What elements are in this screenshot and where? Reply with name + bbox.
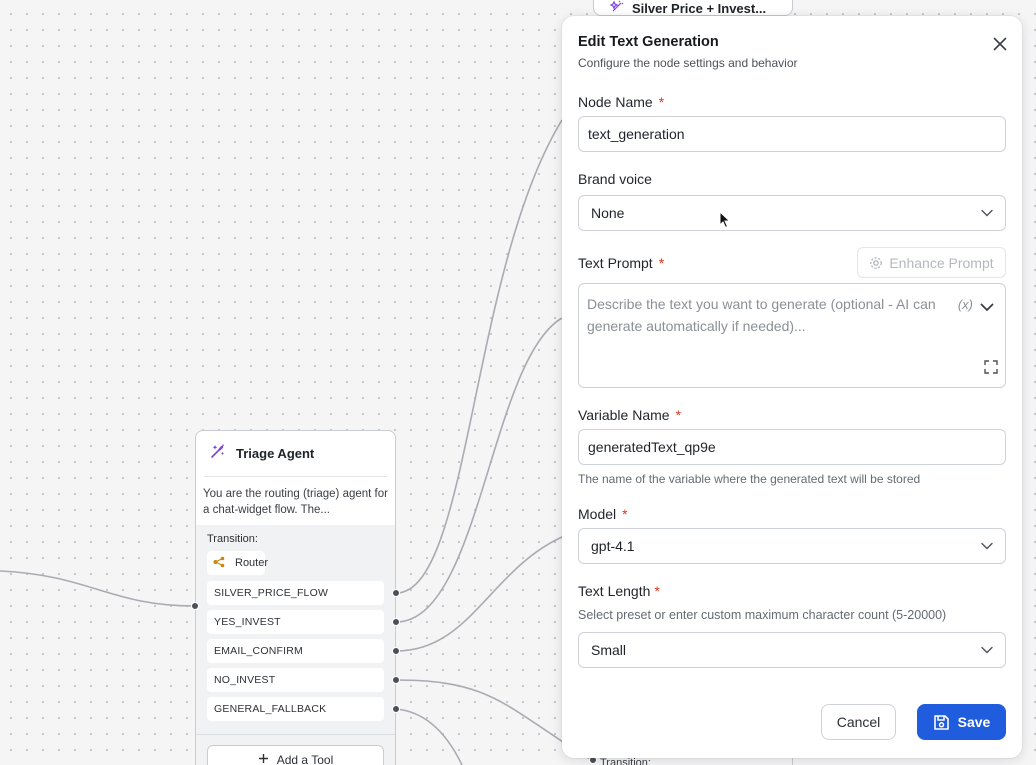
port-email-confirm[interactable] xyxy=(392,647,400,655)
close-button[interactable] xyxy=(990,34,1010,54)
panel-title: Edit Text Generation xyxy=(578,34,719,50)
required-mark: * xyxy=(658,255,665,271)
variable-name-input[interactable]: generatedText_qp9e xyxy=(578,429,1006,465)
port-no-invest[interactable] xyxy=(392,676,400,684)
close-icon xyxy=(993,37,1007,51)
add-tool-button[interactable]: Add a Tool xyxy=(207,745,384,765)
transition-label: Transition: xyxy=(207,533,258,545)
chevron-down-icon[interactable] xyxy=(980,296,994,318)
text-prompt-placeholder: Describe the text you want to generate (… xyxy=(587,296,936,334)
save-icon xyxy=(933,714,949,730)
text-prompt-label: Text Prompt * xyxy=(578,255,665,271)
brand-voice-select[interactable]: None xyxy=(578,195,1006,231)
node-description: You are the routing (triage) agent for a… xyxy=(203,488,388,516)
top-node[interactable]: Silver Price + Invest... xyxy=(593,0,793,16)
required-mark: * xyxy=(675,407,682,423)
router-label: Router xyxy=(235,557,269,569)
enhance-prompt-label: Enhance Prompt xyxy=(889,254,994,271)
input-port[interactable] xyxy=(191,602,199,610)
route-no-invest[interactable]: NO_INVEST xyxy=(207,668,384,692)
model-label: Model * xyxy=(578,506,628,522)
route-general-fallback[interactable]: GENERAL_FALLBACK xyxy=(207,697,384,721)
chevron-down-icon xyxy=(981,646,993,654)
save-button[interactable]: Save xyxy=(917,704,1006,740)
port-silver-price-flow[interactable] xyxy=(392,589,400,597)
required-mark: * xyxy=(622,506,628,522)
required-mark: * xyxy=(658,94,665,110)
node-divider xyxy=(196,734,395,735)
route-silver-price-flow[interactable]: SILVER_PRICE_FLOW xyxy=(207,581,384,605)
node-title: Triage Agent xyxy=(236,446,315,461)
variable-name-hint: The name of the variable where the gener… xyxy=(578,472,921,486)
node-name-input[interactable]: text_generation xyxy=(578,116,1006,152)
add-tool-label: Add a Tool xyxy=(276,753,334,765)
edge-email-confirm xyxy=(395,536,563,652)
route-yes-invest[interactable]: YES_INVEST xyxy=(207,610,384,634)
port-general-fallback[interactable] xyxy=(392,705,400,713)
top-node-title: Silver Price + Invest... xyxy=(632,0,767,16)
magic-wand-icon xyxy=(210,443,226,464)
text-length-value: Small xyxy=(591,642,627,658)
required-mark: * xyxy=(654,583,660,599)
node-header: Triage Agent xyxy=(204,431,387,477)
chevron-down-icon xyxy=(981,209,993,217)
edit-panel: Edit Text Generation Configure the node … xyxy=(562,16,1022,758)
edge-incoming xyxy=(0,570,196,607)
text-length-label: Text Length * xyxy=(578,583,660,599)
edge-yes-invest xyxy=(395,317,563,623)
brand-voice-label: Brand voice xyxy=(578,171,652,187)
text-length-hint: Select preset or enter custom maximum ch… xyxy=(578,608,947,622)
brand-voice-value: None xyxy=(591,205,625,221)
text-prompt-textarea[interactable]: Describe the text you want to generate (… xyxy=(578,283,1006,388)
expand-icon[interactable] xyxy=(983,359,999,381)
plus-icon xyxy=(258,753,269,765)
route-email-confirm[interactable]: EMAIL_CONFIRM xyxy=(207,639,384,663)
variable-name-label: Variable Name * xyxy=(578,407,682,423)
model-select[interactable]: gpt-4.1 xyxy=(578,528,1006,564)
port-yes-invest[interactable] xyxy=(392,618,400,626)
enhance-prompt-button[interactable]: Enhance Prompt xyxy=(857,247,1006,278)
mouse-cursor-icon xyxy=(719,211,731,229)
bottom-node-transition: Transition: xyxy=(600,757,651,765)
variable-insert-icon[interactable]: (x) xyxy=(958,294,973,316)
edge-silver-price xyxy=(395,119,563,594)
triage-agent-node[interactable]: Triage Agent You are the routing (triage… xyxy=(195,430,396,765)
cancel-button[interactable]: Cancel xyxy=(821,704,896,740)
sparkles-icon xyxy=(609,0,624,15)
edge-general-fallback xyxy=(395,708,463,765)
save-label: Save xyxy=(957,714,991,730)
model-value: gpt-4.1 xyxy=(591,538,635,554)
gear-icon xyxy=(870,256,883,269)
share-icon xyxy=(213,556,225,571)
router-chip[interactable]: Router xyxy=(207,551,269,575)
node-name-label: Node Name * xyxy=(578,94,665,110)
node-body: Transition: Router SILVER_PRICE_FLOW YES… xyxy=(196,525,395,765)
panel-subtitle: Configure the node settings and behavior xyxy=(578,56,798,70)
text-length-select[interactable]: Small xyxy=(578,632,1006,668)
chevron-down-icon xyxy=(981,542,993,550)
